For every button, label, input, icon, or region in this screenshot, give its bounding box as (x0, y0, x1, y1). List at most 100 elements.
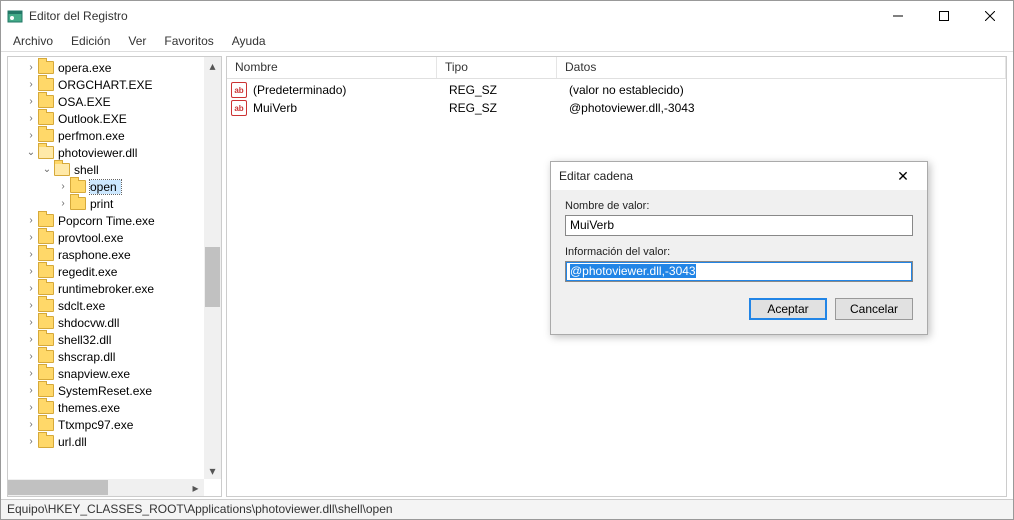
chevron-right-icon[interactable]: › (24, 79, 38, 90)
chevron-right-icon[interactable]: › (24, 283, 38, 294)
tree-item[interactable]: ›regedit.exe (8, 263, 221, 280)
app-icon (7, 8, 23, 24)
tree-item[interactable]: ›provtool.exe (8, 229, 221, 246)
dialog-titlebar[interactable]: Editar cadena ✕ (551, 162, 927, 190)
scroll-down-icon[interactable]: ▾ (204, 462, 221, 479)
scroll-up-icon[interactable]: ▴ (204, 57, 221, 74)
tree-item-label: themes.exe (58, 401, 124, 415)
tree-item-label: shscrap.dll (58, 350, 119, 364)
value-type: REG_SZ (441, 83, 561, 97)
tree-item[interactable]: ›Outlook.EXE (8, 110, 221, 127)
tree-item[interactable]: ⌄ shell (8, 161, 221, 178)
tree-item-label: shell (74, 163, 103, 177)
chevron-right-icon[interactable]: › (24, 402, 38, 413)
tree-item[interactable]: ›shell32.dll (8, 331, 221, 348)
close-button[interactable] (967, 1, 1013, 31)
folder-icon (54, 163, 70, 176)
folder-icon (38, 112, 54, 125)
tree-item[interactable]: › print (8, 195, 221, 212)
menubar: Archivo Edición Ver Favoritos Ayuda (1, 31, 1013, 51)
chevron-right-icon[interactable]: › (24, 419, 38, 430)
value-name-input[interactable]: MuiVerb (565, 215, 913, 236)
chevron-right-icon[interactable]: › (24, 334, 38, 345)
chevron-right-icon[interactable]: › (56, 181, 70, 192)
minimize-button[interactable] (875, 1, 921, 31)
scroll-right-icon[interactable]: ▸ (187, 479, 204, 496)
folder-icon (38, 350, 54, 363)
chevron-right-icon[interactable]: › (24, 351, 38, 362)
folder-icon (70, 180, 86, 193)
statusbar: Equipo\HKEY_CLASSES_ROOT\Applications\ph… (1, 499, 1013, 519)
tree-scroll[interactable]: ›opera.exe › ORGCHART.EXE›OSA.EXE›Outlook.… (8, 57, 221, 496)
tree-item[interactable]: › open (8, 178, 221, 195)
chevron-right-icon[interactable]: › (24, 368, 38, 379)
chevron-right-icon[interactable]: › (24, 215, 38, 226)
menu-file[interactable]: Archivo (5, 32, 61, 50)
tree-item[interactable]: › shscrap.dll (8, 348, 221, 365)
tree-scrollbar-horizontal[interactable]: ◂ ▸ (8, 479, 204, 496)
tree-item[interactable]: ⌄photoviewer.dll (8, 144, 221, 161)
tree-item[interactable]: ›opera.exe (8, 59, 221, 76)
folder-icon (38, 367, 54, 380)
tree-item[interactable]: › rasphone.exe (8, 246, 221, 263)
folder-icon (38, 78, 54, 91)
chevron-right-icon[interactable]: › (24, 113, 38, 124)
titlebar[interactable]: Editor del Registro (1, 1, 1013, 31)
col-header-name[interactable]: Nombre (227, 57, 437, 78)
tree-scrollbar-vertical[interactable]: ▴ ▾ (204, 57, 221, 479)
menu-help[interactable]: Ayuda (224, 32, 274, 50)
tree-item-label: rasphone.exe (58, 248, 135, 262)
tree-item-label: open (90, 180, 121, 194)
chevron-right-icon[interactable]: › (24, 317, 38, 328)
chevron-right-icon[interactable]: › (24, 436, 38, 447)
tree-item[interactable]: ›shdocvw.dll (8, 314, 221, 331)
list-row[interactable]: ab(Predeterminado)REG_SZ(valor no establ… (227, 81, 1006, 99)
tree-item[interactable]: ›OSA.EXE (8, 93, 221, 110)
dialog-close-button[interactable]: ✕ (887, 162, 919, 190)
ok-button[interactable]: Aceptar (749, 298, 827, 320)
folder-icon (38, 61, 54, 74)
chevron-right-icon[interactable]: › (24, 130, 38, 141)
chevron-right-icon[interactable]: › (24, 232, 38, 243)
chevron-right-icon[interactable]: › (56, 198, 70, 209)
tree-item[interactable]: ›SystemReset.exe (8, 382, 221, 399)
chevron-right-icon[interactable]: › (24, 249, 38, 260)
value-data-input[interactable]: @photoviewer.dll,-3043 (565, 261, 913, 282)
chevron-down-icon[interactable]: ⌄ (24, 147, 38, 158)
tree-item[interactable]: ›runtimebroker.exe (8, 280, 221, 297)
value-data: @photoviewer.dll,-3043 (561, 101, 1006, 115)
chevron-right-icon[interactable]: › (24, 300, 38, 311)
chevron-right-icon[interactable]: › (24, 266, 38, 277)
scroll-thumb[interactable] (205, 247, 220, 307)
value-name: (Predeterminado) (251, 83, 441, 97)
tree-item[interactable]: ›snapview.exe (8, 365, 221, 382)
list-row[interactable]: abMuiVerbREG_SZ@photoviewer.dll,-3043 (227, 99, 1006, 117)
chevron-right-icon[interactable]: › (24, 385, 38, 396)
dialog-title: Editar cadena (559, 169, 887, 183)
tree-item[interactable]: ›perfmon.exe (8, 127, 221, 144)
tree-item-label: ORGCHART.EXE (58, 78, 156, 92)
menu-view[interactable]: Ver (120, 32, 154, 50)
folder-icon (38, 418, 54, 431)
chevron-right-icon[interactable]: › (24, 96, 38, 107)
tree-item[interactable]: › themes.exe (8, 399, 221, 416)
chevron-right-icon[interactable]: › (24, 62, 38, 73)
folder-icon (38, 333, 54, 346)
tree-item[interactable]: ›Popcorn Time.exe (8, 212, 221, 229)
tree-pane: ›opera.exe › ORGCHART.EXE›OSA.EXE›Outlook.… (7, 56, 222, 497)
tree-item-label: print (90, 197, 117, 211)
chevron-down-icon[interactable]: ⌄ (40, 164, 54, 175)
value-type: REG_SZ (441, 101, 561, 115)
tree-item[interactable]: ›url.dll (8, 433, 221, 450)
tree-item[interactable]: ›Ttxmpc97.exe (8, 416, 221, 433)
tree-item[interactable]: › ORGCHART.EXE (8, 76, 221, 93)
col-header-type[interactable]: Tipo (437, 57, 557, 78)
folder-icon (38, 435, 54, 448)
scroll-thumb[interactable] (8, 480, 108, 495)
maximize-button[interactable] (921, 1, 967, 31)
tree-item[interactable]: ›sdclt.exe (8, 297, 221, 314)
menu-favorites[interactable]: Favoritos (156, 32, 221, 50)
cancel-button[interactable]: Cancelar (835, 298, 913, 320)
col-header-data[interactable]: Datos (557, 57, 1006, 78)
menu-edit[interactable]: Edición (63, 32, 118, 50)
